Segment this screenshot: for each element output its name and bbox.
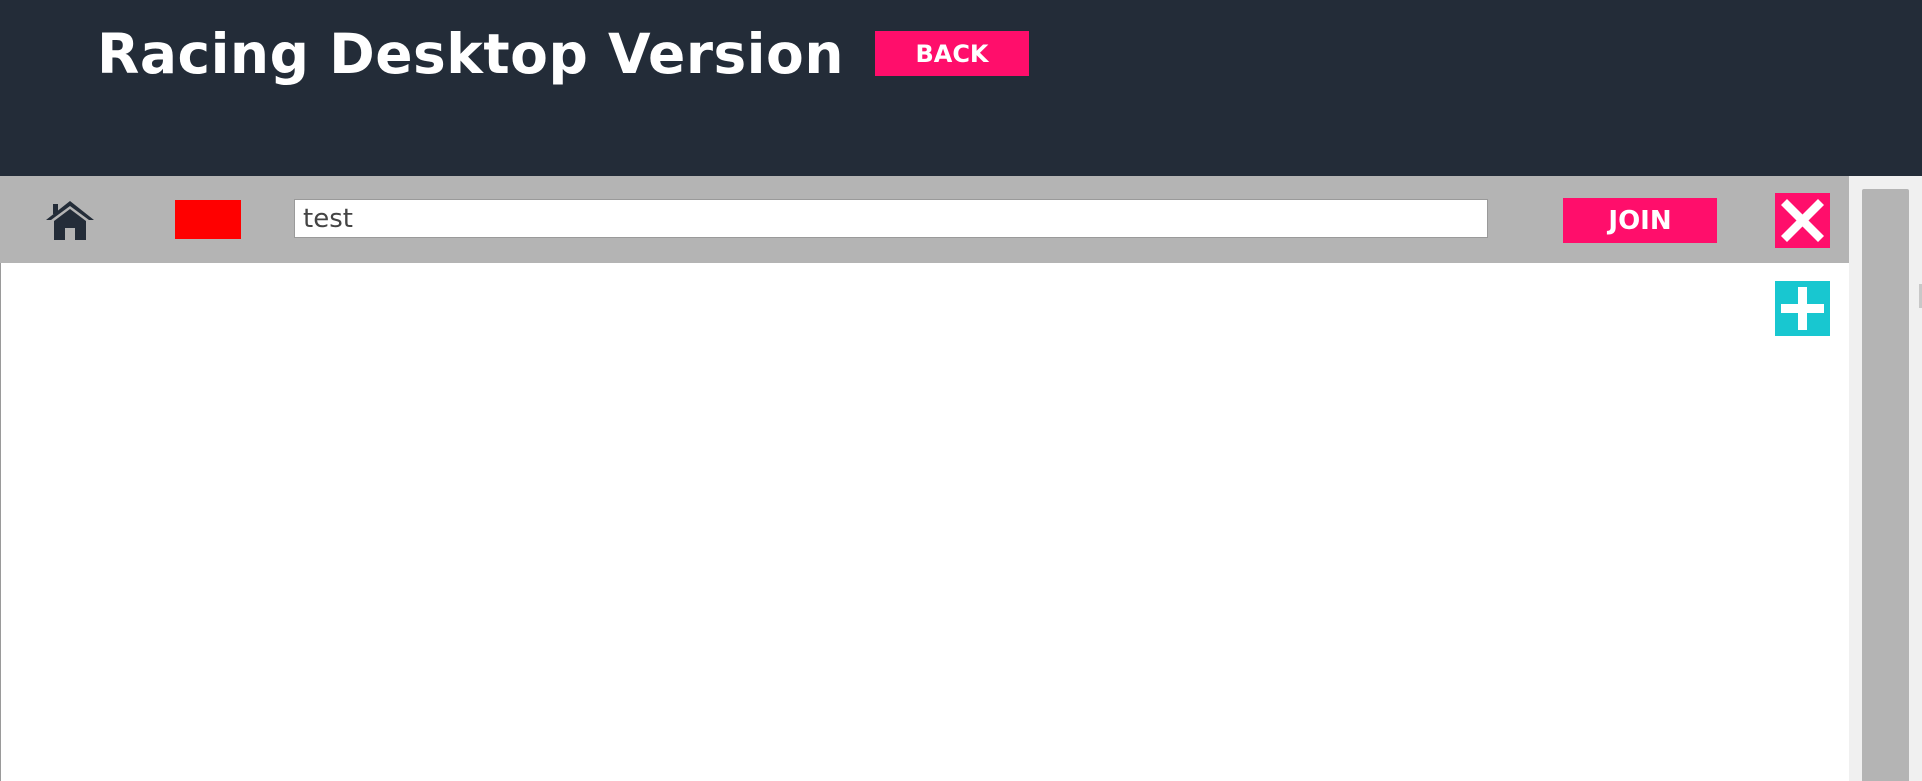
join-button[interactable]: JOIN [1563,198,1717,243]
content-frame: JOIN [0,176,1922,781]
toolbar: JOIN [0,176,1849,263]
add-button[interactable] [1775,281,1830,336]
name-input[interactable] [294,199,1488,238]
frame-left-border [0,176,1,781]
close-button[interactable] [1775,193,1830,248]
back-button[interactable]: BACK [875,31,1029,76]
home-icon [46,201,94,240]
page-title: Racing Desktop Version [97,22,844,86]
close-icon [1781,199,1824,242]
color-swatch[interactable] [175,200,241,239]
header: Racing Desktop Version BACK [0,0,1922,176]
plus-icon [1781,287,1824,330]
app-window: Racing Desktop Version BACK JOIN [0,0,1922,781]
scrollbar-thumb[interactable] [1862,189,1909,781]
home-button[interactable] [44,198,96,242]
vertical-scrollbar[interactable] [1849,176,1922,781]
